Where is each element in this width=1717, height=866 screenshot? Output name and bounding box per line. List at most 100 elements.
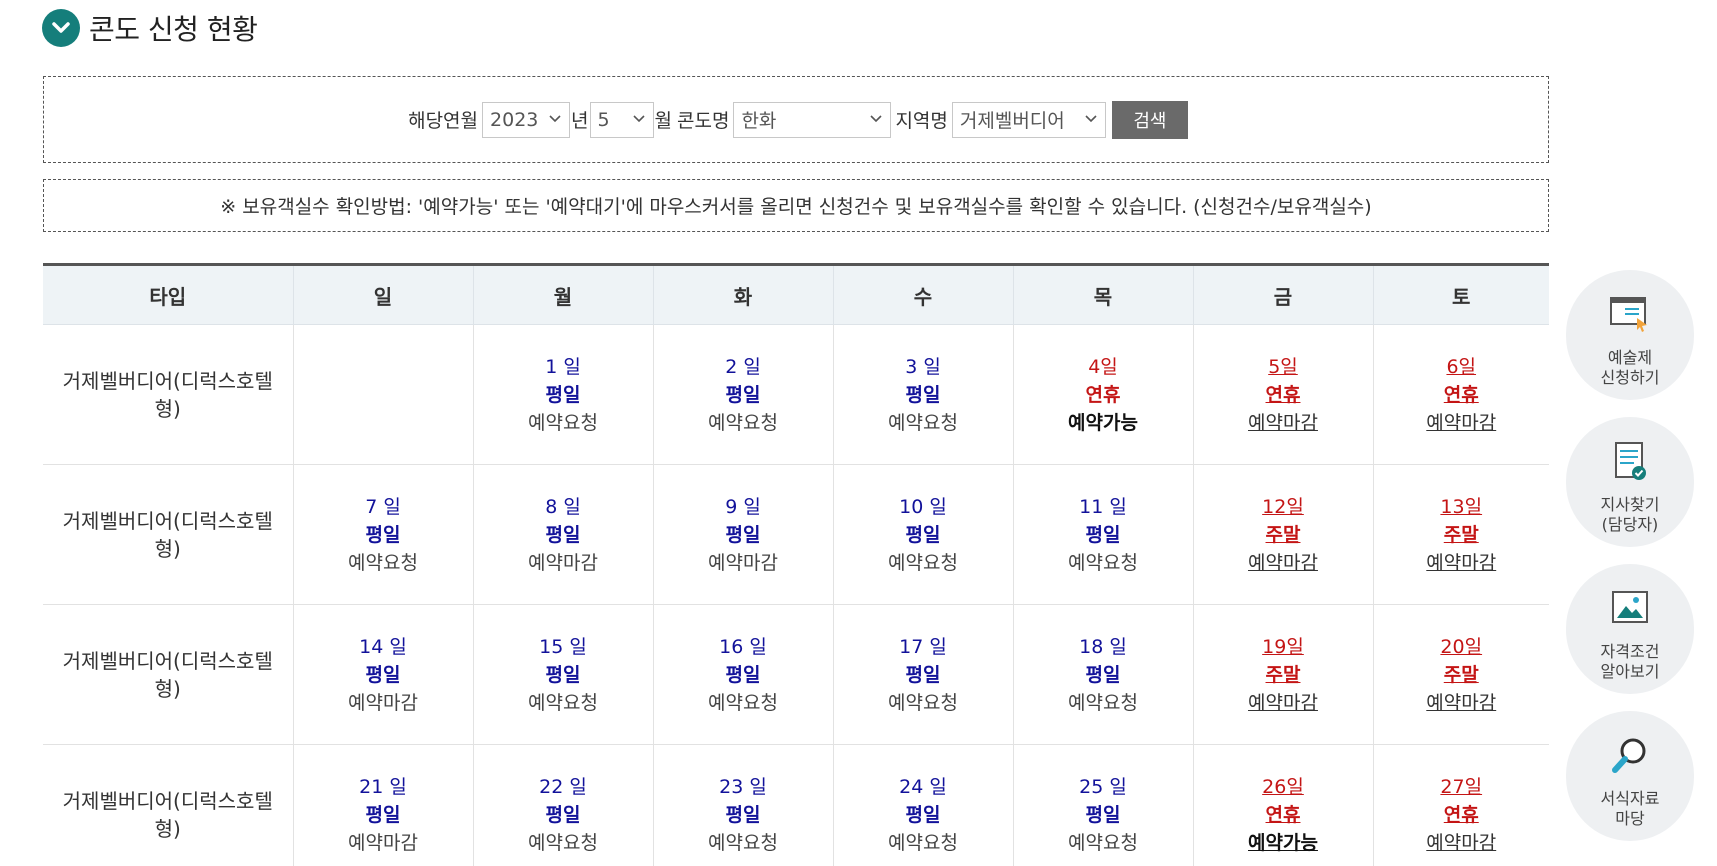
quick-menu-eligibility[interactable]: 자격조건 알아보기 (1566, 564, 1694, 694)
day-status[interactable]: 예약마감 (1194, 549, 1373, 577)
calendar-day: 18 일 평일 예약요청 (1014, 633, 1193, 717)
day-kind: 평일 (725, 523, 761, 546)
day-date: 22 일 (539, 775, 587, 798)
day-status: 예약요청 (1068, 691, 1138, 714)
header-thu: 목 (1013, 263, 1194, 325)
day-kind[interactable]: 주말 (1374, 661, 1550, 689)
day-date: 7 일 (365, 495, 401, 518)
region-select[interactable]: 거제벨버디어 (951, 101, 1106, 138)
calendar-day: 3 일 평일 예약요청 (834, 353, 1013, 437)
day-status: 예약요청 (888, 691, 958, 714)
region-label: 지역명 (895, 110, 948, 132)
day-kind[interactable]: 주말 (1194, 661, 1373, 689)
calendar-day: 6일 연휴 예약마감 (1374, 353, 1550, 437)
calendar-day-cell: 8 일 평일 예약마감 (473, 464, 654, 605)
day-date: 21 일 (359, 775, 407, 798)
day-status: 예약요청 (528, 831, 598, 854)
month-select-value: 5 (597, 108, 610, 131)
calendar-day-cell: 14 일 평일 예약마감 (293, 604, 474, 745)
day-kind[interactable]: 연휴 (1194, 381, 1373, 409)
quick-menu-label: 서식자료 마당 (1600, 789, 1660, 828)
day-kind: 평일 (1085, 523, 1121, 546)
day-status[interactable]: 예약마감 (1374, 549, 1550, 577)
day-status[interactable]: 예약마감 (1194, 409, 1373, 437)
day-kind: 연휴 (1085, 383, 1121, 406)
quick-menu-label: 예술제 신청하기 (1600, 348, 1660, 387)
calendar-day-cell: 25 일 평일 예약요청 (1013, 744, 1194, 866)
day-kind: 평일 (365, 663, 401, 686)
day-status: 예약요청 (708, 411, 778, 434)
day-status: 예약요청 (708, 691, 778, 714)
calendar-day: 13일 주말 예약마감 (1374, 493, 1550, 577)
day-status: 예약요청 (708, 831, 778, 854)
reservation-calendar: 타입 일 월 화 수 목 금 토 거제벨버디어(디럭스호텔형) 1 일 평일 예약요청… (43, 263, 1549, 866)
calendar-day: 7 일 평일 예약요청 (294, 493, 473, 577)
day-date: 8 일 (545, 495, 581, 518)
condo-label: 콘도명 (676, 110, 730, 132)
day-status[interactable]: 예약마감 (1374, 689, 1550, 717)
chevron-down-icon (632, 114, 645, 122)
day-kind: 평일 (725, 803, 761, 826)
condo-select[interactable]: 한화 (733, 101, 892, 138)
day-date: 24 일 (899, 775, 947, 798)
day-status[interactable]: 예약마감 (1194, 689, 1373, 717)
month-select[interactable]: 5 (589, 101, 654, 138)
day-date: 11 일 (1079, 495, 1127, 518)
day-date[interactable]: 5일 (1194, 353, 1373, 381)
day-date[interactable]: 20일 (1374, 633, 1550, 661)
day-date[interactable]: 12일 (1194, 493, 1373, 521)
calendar-day-cell: 17 일 평일 예약요청 (833, 604, 1014, 745)
condo-select-value: 한화 (741, 110, 777, 132)
chevron-down-icon (1085, 114, 1097, 122)
day-kind[interactable]: 연휴 (1374, 801, 1550, 829)
calendar-week-row: 거제벨버디어(디럭스호텔형) 1 일 평일 예약요청 2 일 평일 예약요청 3 일 평일 예약요… (43, 324, 1550, 465)
calendar-body: 거제벨버디어(디럭스호텔형) 1 일 평일 예약요청 2 일 평일 예약요청 3 일 평일 예약요… (43, 324, 1550, 866)
calendar-day-cell: 16 일평일예약요청 (653, 604, 834, 745)
year-select[interactable]: 2023 (482, 101, 571, 138)
day-status: 예약요청 (888, 831, 958, 854)
day-date[interactable]: 13일 (1374, 493, 1550, 521)
day-status[interactable]: 예약가능 (1194, 829, 1373, 857)
day-kind: 평일 (725, 663, 761, 686)
day-date: 2 일 (725, 355, 761, 378)
calendar-day-cell: 26일 연휴 예약가능 (1193, 744, 1374, 866)
day-date: 3 일 (905, 355, 941, 378)
day-kind: 평일 (905, 803, 941, 826)
calendar-day: 4일연휴예약가능 (1014, 353, 1193, 437)
day-kind[interactable]: 연휴 (1374, 381, 1550, 409)
calendar-day: 24 일평일예약요청 (834, 773, 1013, 857)
day-kind[interactable]: 연휴 (1194, 801, 1373, 829)
day-date: 16 일 (719, 635, 767, 658)
quick-menu-branch-finder[interactable]: 지사찾기 (담당자) (1566, 417, 1694, 547)
quick-menu-festival-apply[interactable]: 예술제 신청하기 (1566, 270, 1694, 400)
day-kind: 평일 (905, 663, 941, 686)
calendar-week-row: 거제벨버디어(디럭스호텔형) 7 일 평일 예약요청 8 일 평일 예약마감 9 일 평일 예약마… (43, 464, 1550, 605)
day-status[interactable]: 예약마감 (1374, 829, 1550, 857)
day-kind[interactable]: 주말 (1194, 521, 1373, 549)
day-status: 예약요청 (1068, 831, 1138, 854)
day-date[interactable]: 19일 (1194, 633, 1373, 661)
day-date[interactable]: 6일 (1374, 353, 1550, 381)
day-date[interactable]: 27일 (1374, 773, 1550, 801)
day-kind[interactable]: 주말 (1374, 521, 1550, 549)
calendar-day-cell: 21 일 평일 예약마감 (293, 744, 474, 866)
search-button[interactable]: 검색 (1111, 100, 1188, 139)
search-form: 해당연월 2023 년 5 월 콘도명 한화 지역명 거제벨버디어 검색 (43, 76, 1549, 163)
calendar-day-cell: 1 일 평일 예약요청 (473, 324, 654, 465)
calendar-day-cell: 20일 주말 예약마감 (1373, 604, 1550, 745)
day-date: 15 일 (539, 635, 587, 658)
day-status: 예약요청 (888, 411, 958, 434)
quick-menu-forms[interactable]: 서식자료 마당 (1566, 711, 1694, 841)
day-date: 4일 (1088, 355, 1118, 378)
calendar-week-row: 거제벨버디어(디럭스호텔형) 21 일 평일 예약마감 22 일 평일 예약요청 23 일 평일… (43, 744, 1550, 866)
calendar-day: 12일 주말 예약마감 (1194, 493, 1373, 577)
day-status[interactable]: 예약마감 (1374, 409, 1550, 437)
chevron-down-icon[interactable] (42, 9, 80, 47)
header-sun: 일 (293, 263, 474, 325)
day-kind: 평일 (365, 803, 401, 826)
day-status: 예약요청 (528, 691, 598, 714)
calendar-header-row: 타입 일 월 화 수 목 금 토 (43, 263, 1549, 325)
day-status[interactable]: 예약가능 (1014, 409, 1193, 437)
calendar-day: 23 일 평일 예약요청 (654, 773, 833, 857)
day-date[interactable]: 26일 (1194, 773, 1373, 801)
